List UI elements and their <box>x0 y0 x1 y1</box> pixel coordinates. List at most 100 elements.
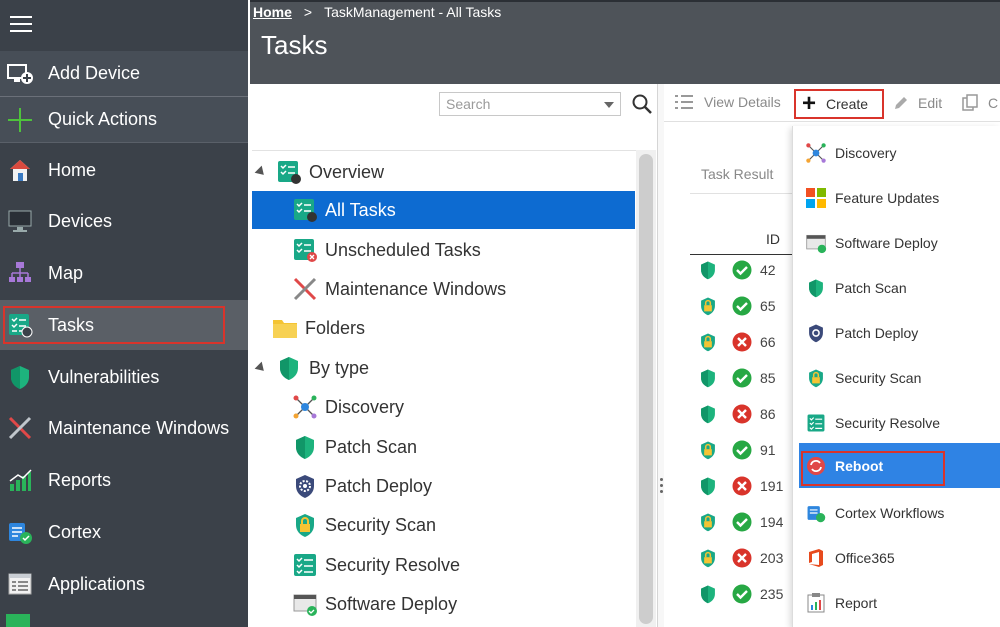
menu-item-cortex-workflows[interactable]: Cortex Workflows <box>799 490 1000 535</box>
menu-item-label: Security Resolve <box>835 414 941 431</box>
sidebar-item-tasks[interactable]: Tasks <box>0 300 248 350</box>
tree-node-by-type[interactable]: By type <box>254 349 637 387</box>
tree-scrollbar[interactable] <box>636 150 656 627</box>
task-id: 194 <box>760 514 784 530</box>
column-header-id[interactable]: ID <box>766 231 780 247</box>
tree-label: Patch Scan <box>325 436 418 457</box>
sidebar-item-applications[interactable]: Applications <box>0 559 248 609</box>
cortex-icon <box>805 502 827 524</box>
task-id: 91 <box>760 442 776 458</box>
success-icon <box>732 260 752 280</box>
report-icon <box>805 592 827 614</box>
lock-shield-icon <box>701 333 715 352</box>
task-id: 42 <box>760 262 776 278</box>
sidebar-item-map[interactable]: Map <box>0 248 248 298</box>
edit-button[interactable]: Edit <box>892 94 942 112</box>
windows-icon <box>6 614 30 627</box>
menu-item-software-deploy[interactable]: Software Deploy <box>799 220 1000 265</box>
sidebar-item-reports[interactable]: Reports <box>0 455 248 505</box>
table-row[interactable]: 85 <box>690 360 794 396</box>
header-bar <box>250 0 1000 2</box>
tab-task-result[interactable]: Task Result <box>701 166 773 182</box>
tree-node-patch-deploy[interactable]: Patch Deploy <box>292 467 637 505</box>
tree-node-unscheduled-tasks[interactable]: Unscheduled Tasks <box>292 231 637 269</box>
sidebar-item-vulnerabilities[interactable]: Vulnerabilities <box>0 352 248 402</box>
scrollbar-thumb[interactable] <box>639 154 653 624</box>
menu-item-feature-updates[interactable]: Feature Updates <box>799 175 1000 220</box>
search-icon[interactable] <box>631 93 653 115</box>
tree-node-discovery[interactable]: Discovery <box>292 388 637 426</box>
tree-label: Overview <box>309 161 385 182</box>
tasks-icon <box>276 159 302 185</box>
edit-label: Edit <box>918 95 943 111</box>
table-row[interactable]: 91 <box>690 432 794 468</box>
tree-node-patch-scan[interactable]: Patch Scan <box>292 428 637 466</box>
menu-item-office365[interactable]: Office365 <box>799 535 1000 580</box>
sidebar-item-label: Quick Actions <box>48 109 158 129</box>
table-row[interactable]: 191 <box>690 468 794 504</box>
sidebar-item-devices[interactable]: Devices <box>0 196 248 246</box>
highlight-box <box>3 306 225 344</box>
menu-item-security-scan[interactable]: Security Scan <box>799 355 1000 400</box>
sidebar-item-add-device[interactable]: Add Device <box>0 51 248 97</box>
table-row[interactable]: 86 <box>690 396 794 432</box>
search-input[interactable] <box>440 93 590 115</box>
sidebar-item-quick-actions[interactable]: Quick Actions <box>0 97 248 143</box>
tree-label: Security Resolve <box>325 554 461 575</box>
menu-item-patch-scan[interactable]: Patch Scan <box>799 265 1000 310</box>
splitter-grip-icon[interactable] <box>660 478 663 496</box>
chevron-down-icon[interactable] <box>604 102 614 108</box>
menu-item-label: Feature Updates <box>835 189 940 206</box>
view-details-label: View Details <box>704 94 781 110</box>
search-box[interactable] <box>439 92 621 116</box>
list-icon <box>674 94 694 110</box>
tree-label: Maintenance Windows <box>325 278 507 299</box>
table-row[interactable]: 42 <box>690 252 794 288</box>
sidebar-item-cortex[interactable]: Cortex <box>0 507 248 557</box>
menu-item-patch-deploy[interactable]: Patch Deploy <box>799 310 1000 355</box>
shield-icon <box>276 355 302 381</box>
view-details-button[interactable]: View Details <box>674 94 781 110</box>
table-row[interactable]: 203 <box>690 540 794 576</box>
menu-item-label: Patch Deploy <box>835 324 919 341</box>
table-row[interactable]: 65 <box>690 288 794 324</box>
discovery-icon <box>805 142 827 164</box>
table-row[interactable]: 194 <box>690 504 794 540</box>
copy-button[interactable]: C <box>962 94 998 112</box>
tree-node-software-deploy[interactable]: Software Deploy <box>292 585 637 623</box>
create-button[interactable]: + Create <box>794 89 884 119</box>
checklist-icon <box>292 552 318 578</box>
tree-label: Unscheduled Tasks <box>325 239 481 260</box>
hamburger-icon[interactable] <box>10 16 32 34</box>
menu-item-discovery[interactable]: Discovery <box>799 130 1000 175</box>
lock-shield-icon <box>805 367 827 389</box>
sidebar-item-home[interactable]: Home <box>0 145 248 195</box>
menu-item-security-resolve[interactable]: Security Resolve <box>799 400 1000 445</box>
breadcrumb-separator: > <box>303 4 313 20</box>
tree-node-security-resolve[interactable]: Security Resolve <box>292 546 637 584</box>
table-row[interactable]: 66 <box>690 324 794 360</box>
network-map-icon <box>6 259 34 287</box>
page-title: Tasks <box>261 30 328 60</box>
menu-item-label: Office365 <box>835 549 895 566</box>
tree-node-overview[interactable]: Overview <box>254 153 637 191</box>
shield-icon <box>805 277 827 299</box>
tree-panel: Overview All Tasks Unscheduled Tasks Mai… <box>250 84 658 627</box>
tree-node-all-tasks[interactable]: All Tasks <box>252 191 635 229</box>
add-device-icon <box>6 60 34 88</box>
expand-arrow-icon[interactable] <box>254 361 268 375</box>
shield-icon <box>701 585 715 604</box>
breadcrumb-home-link[interactable]: Home <box>253 4 292 20</box>
menu-item-report[interactable]: Report <box>799 580 1000 625</box>
menu-item-reboot[interactable]: Reboot <box>799 443 1000 488</box>
tree-node-maintenance-windows[interactable]: Maintenance Windows <box>292 270 637 308</box>
sidebar-item-label: Home <box>48 159 97 180</box>
table-row[interactable]: 235 <box>690 576 794 612</box>
sidebar-item-maintenance-windows[interactable]: Maintenance Windows <box>0 403 248 453</box>
success-icon <box>732 440 752 460</box>
tree-node-security-scan[interactable]: Security Scan <box>292 506 637 544</box>
expand-arrow-icon[interactable] <box>254 165 268 179</box>
tasks-icon <box>292 197 318 223</box>
folder-icon <box>272 315 298 341</box>
tree-node-folders[interactable]: Folders <box>272 309 637 347</box>
